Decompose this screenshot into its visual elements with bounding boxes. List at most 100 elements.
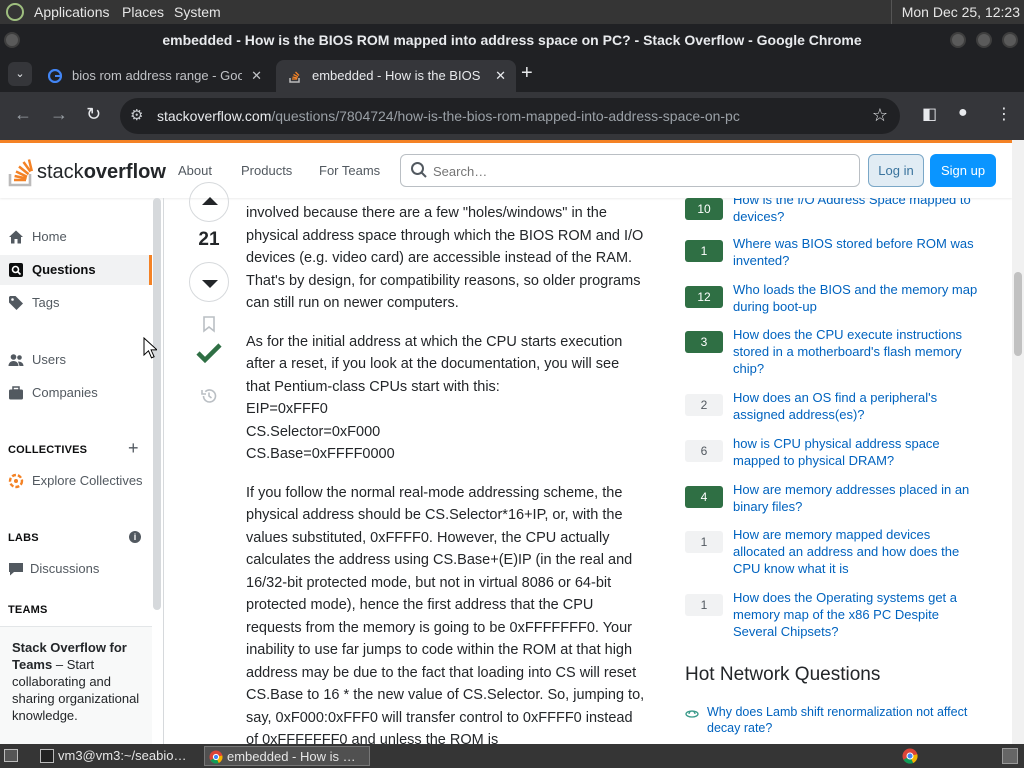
maximize-icon[interactable]: [976, 32, 992, 48]
physics-site-icon: [685, 710, 699, 718]
score-badge: 1: [685, 531, 723, 553]
related-link[interactable]: How does the CPU execute instructions st…: [733, 326, 983, 377]
related-link[interactable]: How is the I/O Address Space mapped to d…: [733, 198, 983, 225]
upvote-button[interactable]: [189, 182, 229, 222]
clock[interactable]: Mon Dec 25, 12:23: [890, 0, 1024, 24]
side-panel-icon[interactable]: ◧: [922, 104, 937, 124]
sidebar-item-explore-collectives[interactable]: Explore Collectives: [0, 466, 152, 496]
bookmark-icon[interactable]: [200, 315, 218, 333]
window-titlebar: embedded - How is the BIOS ROM mapped in…: [0, 24, 1024, 56]
nav-for-teams[interactable]: For Teams: [319, 163, 380, 178]
so-logo[interactable]: stackoverflow: [8, 155, 166, 189]
related-link[interactable]: How are memory addresses placed in an bi…: [733, 481, 983, 515]
task-chrome[interactable]: embedded - How is …: [204, 746, 370, 766]
related-link[interactable]: How are memory mapped devices allocated …: [733, 526, 983, 577]
reload-icon[interactable]: ↻: [86, 104, 101, 125]
new-tab-icon[interactable]: +: [521, 62, 533, 85]
tray-chrome-icon[interactable]: [902, 748, 918, 764]
collectives-icon: [8, 473, 24, 489]
menu-applications[interactable]: Applications: [34, 4, 110, 20]
menu-places[interactable]: Places: [122, 4, 164, 20]
arrow-down-icon: [202, 280, 218, 288]
task-terminal[interactable]: vm3@vm3:~/seabio…: [36, 746, 200, 766]
login-button[interactable]: Log in: [868, 154, 924, 187]
history-icon[interactable]: [200, 387, 218, 405]
google-favicon-icon: [48, 69, 62, 83]
mouse-cursor-icon: [143, 337, 157, 359]
url-text[interactable]: stackoverflow.com/questions/7804724/how-…: [157, 108, 740, 124]
tab-label: bios rom address range - Goo: [72, 68, 242, 83]
tab-stackoverflow[interactable]: embedded - How is the BIOS ✕: [276, 60, 516, 92]
related-link[interactable]: How does an OS find a peripheral's assig…: [733, 389, 983, 423]
tab-search-dropdown-icon[interactable]: ⌄: [8, 62, 32, 86]
collectives-heading: COLLECTIVES: [8, 444, 88, 456]
sidebar-item-questions[interactable]: Questions: [0, 255, 152, 285]
code-line: CS.Base=0xFFFF0000: [246, 446, 395, 462]
left-sidebar: Home Questions Tags Users Companies COLL…: [0, 198, 164, 744]
home-icon: [9, 230, 23, 244]
window-menu-icon[interactable]: [4, 32, 20, 48]
page-scrollbar-thumb[interactable]: [1014, 272, 1022, 356]
teams-heading: TEAMS: [8, 604, 48, 616]
add-collective-icon[interactable]: +: [128, 438, 139, 459]
sidebar-item-companies[interactable]: Companies: [0, 378, 152, 408]
hot-network-heading: Hot Network Questions: [685, 664, 881, 685]
related-questions: 10 How is the I/O Address Space mapped t…: [685, 198, 985, 744]
related-link[interactable]: Where was BIOS stored before ROM was inv…: [733, 235, 983, 269]
nav-products[interactable]: Products: [241, 163, 292, 178]
taskbar: vm3@vm3:~/seabio… embedded - How is …: [0, 744, 1024, 768]
downvote-button[interactable]: [189, 262, 229, 302]
site-info-icon[interactable]: ⚙: [130, 106, 143, 124]
hot-network-link[interactable]: Why does Lamb shift renormalization not …: [707, 704, 977, 736]
users-icon: [8, 354, 24, 366]
sidebar-item-home[interactable]: Home: [0, 222, 152, 252]
tab-google-search[interactable]: bios rom address range - Goo ✕: [36, 60, 272, 92]
minimize-icon[interactable]: [950, 32, 966, 48]
related-link[interactable]: How does the Operating systems get a mem…: [733, 589, 983, 640]
accepted-check-icon: [196, 343, 222, 364]
back-icon[interactable]: ←: [14, 104, 32, 125]
signup-button[interactable]: Sign up: [930, 154, 996, 187]
score-badge: 12: [685, 286, 723, 308]
answer-body: involved because there are a few "holes/…: [246, 198, 646, 744]
vote-count: 21: [198, 229, 220, 250]
tab-close-icon[interactable]: ✕: [251, 60, 262, 92]
distro-logo-icon[interactable]: [6, 3, 24, 21]
related-link[interactable]: how is CPU physical address space mapped…: [733, 435, 983, 469]
chrome-menu-icon[interactable]: ⋮: [996, 104, 1012, 124]
search-input[interactable]: [433, 161, 833, 181]
sidebar-scrollbar[interactable]: [153, 198, 161, 610]
menu-system[interactable]: System: [174, 4, 221, 20]
address-bar[interactable]: ⚙ stackoverflow.com/questions/7804724/ho…: [120, 98, 900, 134]
score-badge: 6: [685, 440, 723, 462]
answer-paragraph: As for the initial address at which the …: [246, 331, 646, 466]
forward-icon[interactable]: →: [50, 104, 68, 125]
close-window-icon[interactable]: [1002, 32, 1018, 48]
tab-strip: ⌄ bios rom address range - Goo ✕ embedde…: [0, 56, 1024, 92]
speech-bubble-icon: [9, 563, 23, 576]
terminal-icon: [40, 749, 54, 763]
bookmark-star-icon[interactable]: ☆: [872, 105, 888, 126]
workspace-switcher-icon[interactable]: [1002, 748, 1018, 764]
so-logo-icon: [8, 159, 34, 187]
teams-promo[interactable]: Stack Overflow for Teams – Start collabo…: [0, 626, 152, 744]
score-badge: 1: [685, 594, 723, 616]
show-desktop-icon[interactable]: [4, 749, 18, 762]
info-icon[interactable]: i: [129, 531, 141, 543]
arrow-up-icon: [202, 197, 218, 205]
labs-heading: LABS: [8, 532, 39, 544]
sidebar-item-users[interactable]: Users: [0, 345, 152, 375]
search-icon: [411, 162, 427, 178]
related-link[interactable]: Who loads the BIOS and the memory map du…: [733, 281, 983, 315]
sidebar-item-tags[interactable]: Tags: [0, 288, 152, 318]
nav-about[interactable]: About: [178, 163, 212, 178]
sidebar-item-discussions[interactable]: Discussions: [0, 554, 152, 584]
code-line: CS.Selector=0xF000: [246, 423, 381, 440]
search-box: [400, 154, 860, 187]
page-scrollbar[interactable]: [1012, 140, 1024, 744]
briefcase-icon: [9, 386, 23, 400]
score-badge: 4: [685, 486, 723, 508]
profile-icon[interactable]: ●: [958, 104, 968, 122]
tab-close-icon[interactable]: ✕: [495, 60, 506, 92]
so-header: stackoverflow About Products For Teams L…: [0, 140, 1012, 198]
